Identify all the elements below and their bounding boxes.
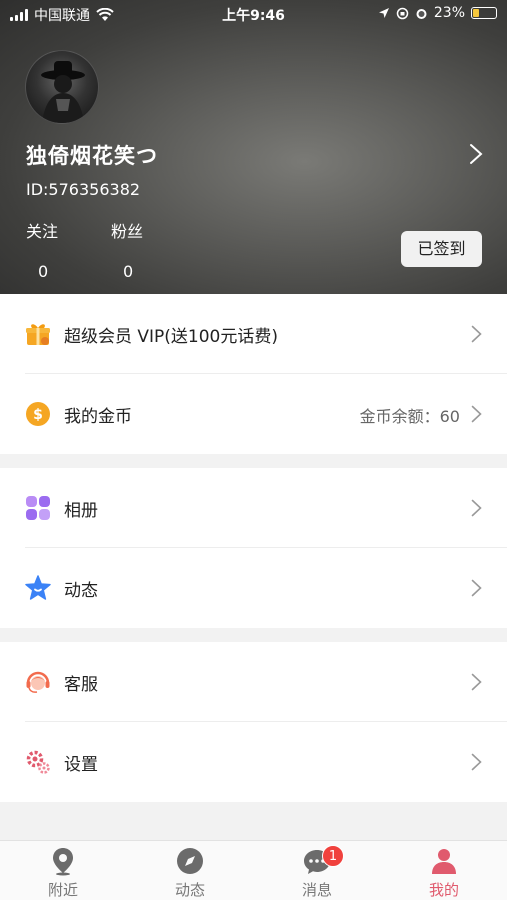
fans-count[interactable]: 0 bbox=[123, 262, 133, 281]
tab-bar: 附近 动态 1 消息 我的 bbox=[0, 840, 507, 900]
menu-item-moments-label: 动态 bbox=[64, 581, 98, 601]
avatar[interactable] bbox=[25, 50, 99, 124]
menu-item-settings[interactable]: 设置 bbox=[25, 722, 507, 802]
svg-text:$: $ bbox=[33, 407, 43, 423]
menu-item-coins[interactable]: $ 我的金币 金币余额：60 bbox=[25, 374, 507, 454]
tab-me-label: 我的 bbox=[428, 881, 459, 899]
menu-group-support: 客服 设置 bbox=[0, 642, 507, 802]
orientation-lock-icon bbox=[396, 7, 409, 19]
menu-item-customer-service[interactable]: 客服 bbox=[25, 642, 507, 722]
chevron-right-icon bbox=[471, 325, 482, 343]
coin-icon: $ bbox=[26, 402, 50, 426]
tab-messages[interactable]: 1 消息 bbox=[254, 841, 380, 900]
message-badge: 1 bbox=[322, 845, 344, 867]
menu-item-vip-label: 超级会员 VIP(送100元话费) bbox=[64, 327, 279, 347]
chevron-right-icon bbox=[471, 499, 482, 517]
follow-count[interactable]: 0 bbox=[38, 262, 48, 281]
location-pin-icon bbox=[53, 848, 73, 876]
menu-item-album-label: 相册 bbox=[64, 501, 98, 521]
chevron-right-icon bbox=[471, 405, 482, 423]
star-icon bbox=[25, 575, 51, 600]
tab-moments[interactable]: 动态 bbox=[127, 841, 253, 900]
gear-icon bbox=[26, 750, 50, 774]
compass-icon bbox=[177, 848, 203, 874]
tab-nearby[interactable]: 附近 bbox=[0, 841, 126, 900]
alarm-icon bbox=[416, 8, 427, 19]
fans-label[interactable]: 粉丝 bbox=[111, 218, 143, 242]
chevron-right-icon[interactable] bbox=[469, 143, 483, 165]
location-arrow-icon bbox=[378, 8, 389, 18]
menu-group-content: 相册 动态 bbox=[0, 468, 507, 628]
menu-item-settings-label: 设置 bbox=[64, 755, 98, 775]
follow-label[interactable]: 关注 bbox=[26, 218, 58, 242]
profile-header: 中国联通 上午9:46 23% 独倚烟花笑つ ID:576356382 关注 粉… bbox=[0, 0, 507, 294]
tab-me[interactable]: 我的 bbox=[381, 841, 507, 900]
checkin-button[interactable]: 已签到 bbox=[401, 231, 482, 267]
tab-nearby-label: 附近 bbox=[47, 881, 78, 899]
chevron-right-icon bbox=[471, 673, 482, 691]
tab-moments-label: 动态 bbox=[174, 881, 205, 899]
album-icon bbox=[26, 496, 50, 520]
username: 独倚烟花笑つ bbox=[26, 144, 158, 168]
chevron-right-icon bbox=[471, 579, 482, 597]
coin-balance: 金币余额：60 bbox=[359, 407, 460, 426]
battery-icon bbox=[471, 7, 497, 19]
chevron-right-icon bbox=[471, 753, 482, 771]
menu-group-vip: 超级会员 VIP(送100元话费) $ 我的金币 金币余额：60 bbox=[0, 294, 507, 454]
person-icon bbox=[432, 849, 456, 874]
menu-item-customer-service-label: 客服 bbox=[64, 675, 98, 695]
menu-item-vip[interactable]: 超级会员 VIP(送100元话费) bbox=[25, 294, 507, 374]
battery-percent: 23% bbox=[433, 5, 465, 21]
status-bar: 中国联通 上午9:46 23% bbox=[0, 0, 507, 28]
user-id: ID:576356382 bbox=[26, 180, 141, 199]
tab-messages-label: 消息 bbox=[301, 881, 332, 899]
customer-service-icon bbox=[26, 671, 50, 693]
menu-item-moments[interactable]: 动态 bbox=[25, 548, 507, 628]
menu-item-coins-label: 我的金币 bbox=[64, 407, 132, 427]
menu-item-album[interactable]: 相册 bbox=[25, 468, 507, 548]
gift-icon bbox=[26, 324, 50, 345]
